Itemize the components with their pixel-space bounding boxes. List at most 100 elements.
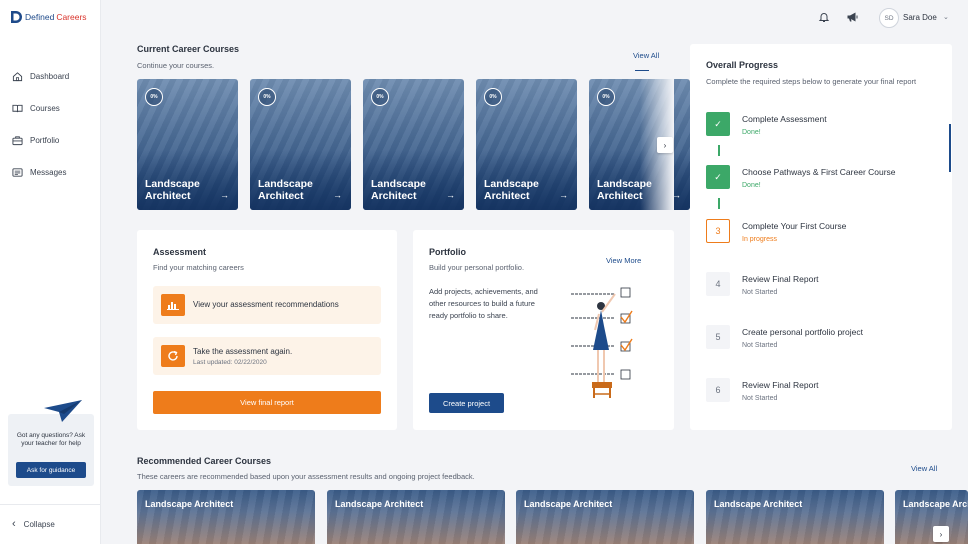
assessment-title: Assessment <box>153 247 207 257</box>
chevron-right-icon: › <box>663 140 667 150</box>
progress-step[interactable]: 6 Review Final Report Not Started <box>706 378 950 418</box>
check-icon: ✓ <box>706 165 730 189</box>
course-title: Landscape Architect <box>258 178 313 202</box>
step-number: 3 <box>706 219 730 243</box>
step-number: 5 <box>706 325 730 349</box>
course-title: Landscape Architect <box>145 178 200 202</box>
recommended-next-button[interactable]: › <box>933 526 949 542</box>
course-title: Landscape Architect <box>145 499 234 509</box>
paper-plane-icon <box>44 400 82 422</box>
sidebar-item-label: Dashboard <box>30 71 70 81</box>
help-card: Got any questions? Ask your teacher for … <box>8 400 94 486</box>
current-courses-title: Current Career Courses <box>137 44 240 54</box>
arrow-right-icon: → <box>559 190 568 200</box>
sidebar-item-courses[interactable]: Courses <box>12 92 69 124</box>
sidebar: Defined Careers Dashboard Courses Portfo… <box>0 0 101 544</box>
course-card[interactable]: 0% Landscape Architect → <box>250 79 351 210</box>
recommended-course-card[interactable]: Landscape Architect <box>895 490 968 544</box>
step-status: Done! <box>742 129 761 136</box>
recommended-course-card[interactable]: Landscape Architect <box>706 490 884 544</box>
last-updated-text: Last updated: 02/22/2020 <box>193 359 267 366</box>
course-title: Landscape Architect <box>714 499 803 509</box>
home-icon <box>12 71 23 81</box>
briefcase-icon <box>12 135 23 145</box>
logo-icon <box>11 11 22 23</box>
step-status: Not Started <box>742 342 778 349</box>
step-title: Review Final Report <box>742 380 819 390</box>
bar-chart-icon <box>161 294 185 316</box>
brand-logo[interactable]: Defined Careers <box>10 10 87 24</box>
progress-subtitle: Complete the required steps below to gen… <box>706 77 917 86</box>
view-all-underline <box>635 70 649 71</box>
progress-step[interactable]: 4 Review Final Report Not Started <box>706 272 950 312</box>
recommended-view-all-link[interactable]: View All <box>911 464 937 473</box>
current-courses-view-all-link[interactable]: View All <box>633 51 659 60</box>
progress-step[interactable]: ✓ Complete Assessment Done! <box>706 112 950 152</box>
step-title: Complete Your First Course <box>742 221 847 231</box>
course-title: Landscape Architect <box>524 499 613 509</box>
retake-assessment-label: Take the assessment again. <box>193 347 293 356</box>
view-final-report-button[interactable]: View final report <box>153 391 381 414</box>
divider <box>0 504 100 505</box>
progress-badge: 0% <box>484 88 502 106</box>
progress-title: Overall Progress <box>706 60 779 70</box>
megaphone-icon[interactable] <box>846 11 859 23</box>
sidebar-item-portfolio[interactable]: Portfolio <box>12 124 69 156</box>
progress-step[interactable]: 3 Complete Your First Course In progress <box>706 219 950 259</box>
ask-for-guidance-button[interactable]: Ask for guidance <box>16 462 86 478</box>
avatar[interactable]: SD <box>879 8 899 28</box>
step-status: Done! <box>742 182 761 189</box>
recommended-title: Recommended Career Courses <box>137 456 272 466</box>
step-title: Review Final Report <box>742 274 819 284</box>
course-card[interactable]: 0% Landscape Architect → <box>363 79 464 210</box>
step-number: 6 <box>706 378 730 402</box>
portfolio-description: Add projects, achievements, and other re… <box>429 287 538 320</box>
top-bar: SD Sara Doe ⌄ <box>101 0 968 36</box>
collapse-label: Collapse <box>23 519 55 529</box>
brand-name-part2: Careers <box>56 12 87 22</box>
create-project-button[interactable]: Create project <box>429 393 504 413</box>
portfolio-illustration <box>571 287 633 398</box>
recommended-course-card[interactable]: Landscape Architect <box>516 490 694 544</box>
step-title: Create personal portfolio project <box>742 327 863 337</box>
course-title: Landscape Architect <box>371 178 426 202</box>
collapse-button[interactable]: ‹ Collapse <box>12 518 55 530</box>
chevron-right-icon: › <box>939 529 943 539</box>
recommended-course-card[interactable]: Landscape Architect <box>137 490 315 544</box>
portfolio-title: Portfolio <box>429 247 466 257</box>
help-text: Got any questions? Ask your teacher for … <box>16 432 86 447</box>
view-recommendations-item[interactable]: View your assessment recommendations <box>153 286 381 324</box>
arrow-right-icon: → <box>333 190 342 200</box>
step-connector <box>718 198 720 209</box>
step-title: Choose Pathways & First Career Course <box>742 167 896 177</box>
progress-badge: 0% <box>371 88 389 106</box>
chevron-left-icon: ‹ <box>12 518 16 530</box>
recommended-subtitle: These careers are recommended based upon… <box>137 472 475 481</box>
retake-assessment-item[interactable]: Take the assessment again. Last updated:… <box>153 337 381 375</box>
course-title: Landscape Architect <box>903 499 968 509</box>
progress-badge: 0% <box>597 88 615 106</box>
progress-step[interactable]: ✓ Choose Pathways & First Career Course … <box>706 165 950 205</box>
carousel-next-button[interactable]: › <box>657 137 673 153</box>
assessment-subtitle: Find your matching careers <box>153 263 244 272</box>
portfolio-subtitle: Build your personal portfolio. <box>429 263 525 272</box>
sidebar-item-messages[interactable]: Messages <box>12 156 69 188</box>
progress-step[interactable]: 5 Create personal portfolio project Not … <box>706 325 950 365</box>
overall-progress-panel: Overall Progress Complete the required s… <box>690 44 952 430</box>
current-courses-subtitle: Continue your courses. <box>137 61 215 70</box>
step-status: In progress <box>742 236 778 243</box>
bell-icon[interactable] <box>818 11 830 23</box>
sidebar-item-label: Portfolio <box>30 135 60 145</box>
recommended-course-card[interactable]: Landscape Architect <box>327 490 505 544</box>
assessment-panel: Assessment Find your matching careers Vi… <box>137 230 397 430</box>
sidebar-item-label: Courses <box>30 103 60 113</box>
course-card[interactable]: 0% Landscape Architect → <box>476 79 577 210</box>
sidebar-nav: Dashboard Courses Portfolio Messages <box>12 60 69 188</box>
portfolio-view-more-link[interactable]: View More <box>606 256 641 265</box>
chevron-down-icon[interactable]: ⌄ <box>943 13 949 21</box>
course-card[interactable]: 0% Landscape Architect → <box>137 79 238 210</box>
user-name[interactable]: Sara Doe <box>903 13 937 22</box>
sidebar-item-dashboard[interactable]: Dashboard <box>12 60 69 92</box>
step-title: Complete Assessment <box>742 114 827 124</box>
sidebar-item-label: Messages <box>30 167 67 177</box>
